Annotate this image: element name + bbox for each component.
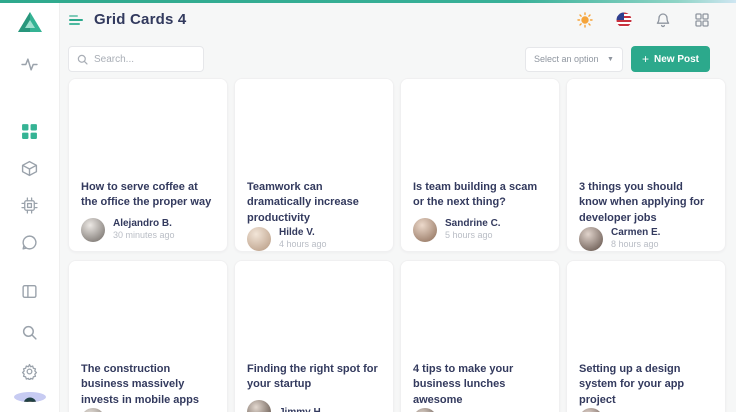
card-title: Teamwork can dramatically increase produ… <box>247 180 381 226</box>
page-title: Grid Cards 4 <box>94 11 186 28</box>
card-author: Sandrine C. <box>445 217 501 230</box>
card-author: Jimmy H. <box>279 406 323 412</box>
post-card[interactable]: Setting up a design system for your app … <box>566 260 726 412</box>
card-time: 30 minutes ago <box>113 230 175 242</box>
card-time: 8 hours ago <box>611 239 660 251</box>
post-card[interactable]: Is team building a scam or the next thin… <box>400 78 560 252</box>
card-title: Is team building a scam or the next thin… <box>413 180 547 211</box>
post-image-placeholder <box>69 79 227 178</box>
layout-panel-icon[interactable] <box>21 283 39 300</box>
card-title: Setting up a design system for your app … <box>579 362 713 408</box>
post-card[interactable]: Finding the right spot for your startup … <box>234 260 394 412</box>
new-post-label: New Post <box>654 54 699 65</box>
toolbar: Select an option ▼ + New Post <box>60 36 736 73</box>
post-image-placeholder <box>235 79 393 178</box>
apps-grid-icon[interactable] <box>693 11 710 28</box>
plus-icon: + <box>642 53 649 65</box>
card-author-avatar <box>81 218 105 242</box>
post-image-placeholder <box>69 261 227 360</box>
post-image-placeholder <box>567 79 725 178</box>
post-card[interactable]: The construction business massively inve… <box>68 260 228 412</box>
us-flag-icon[interactable] <box>615 11 632 28</box>
cpu-icon[interactable] <box>21 197 39 214</box>
box-icon[interactable] <box>21 160 39 177</box>
card-title: Finding the right spot for your startup <box>247 362 381 393</box>
card-title: How to serve coffee at the office the pr… <box>81 180 215 211</box>
option-select-value: Select an option <box>534 54 599 64</box>
top-accent-bar <box>0 0 736 3</box>
search-input-icon <box>77 54 88 65</box>
card-author-avatar <box>413 408 437 412</box>
post-image-placeholder <box>401 79 559 178</box>
chevron-down-icon: ▼ <box>607 56 614 63</box>
activity-icon[interactable] <box>21 56 39 73</box>
sidebar <box>0 0 60 412</box>
post-card[interactable]: 3 things you should know when applying f… <box>566 78 726 252</box>
post-image-placeholder <box>567 261 725 360</box>
post-image-placeholder <box>235 261 393 360</box>
sun-icon[interactable] <box>576 11 593 28</box>
search-icon[interactable] <box>21 324 39 341</box>
card-author: Carmen E. <box>611 226 660 239</box>
card-author-avatar <box>81 408 105 412</box>
card-author-avatar <box>579 408 603 412</box>
grid-cards-icon-active[interactable] <box>21 123 39 140</box>
settings-gear-icon[interactable] <box>21 363 39 380</box>
card-time: 4 hours ago <box>279 239 327 251</box>
card-author: Hilde V. <box>279 226 327 239</box>
card-author-avatar <box>247 227 271 251</box>
app-logo[interactable] <box>17 11 43 33</box>
card-author-avatar <box>247 400 271 412</box>
card-title: 4 tips to make your business lunches awe… <box>413 362 547 408</box>
main-content: Grid Cards 4 <box>60 0 736 412</box>
post-card[interactable]: 4 tips to make your business lunches awe… <box>400 260 560 412</box>
chat-icon[interactable] <box>21 234 39 251</box>
post-card[interactable]: How to serve coffee at the office the pr… <box>68 78 228 252</box>
option-select[interactable]: Select an option ▼ <box>525 47 623 72</box>
page-header: Grid Cards 4 <box>60 0 736 36</box>
post-card[interactable]: Teamwork can dramatically increase produ… <box>234 78 394 252</box>
card-time: 5 hours ago <box>445 230 501 242</box>
card-title: 3 things you should know when applying f… <box>579 180 713 226</box>
user-avatar[interactable] <box>14 392 46 402</box>
search-box <box>68 46 204 72</box>
card-author-avatar <box>413 218 437 242</box>
notifications-bell-icon[interactable] <box>654 11 671 28</box>
new-post-button[interactable]: + New Post <box>631 46 710 72</box>
menu-toggle-icon[interactable] <box>69 13 84 27</box>
card-author-avatar <box>579 227 603 251</box>
card-author: Alejandro B. <box>113 217 175 230</box>
post-image-placeholder <box>401 261 559 360</box>
card-title: The construction business massively inve… <box>81 362 215 408</box>
card-grid: How to serve coffee at the office the pr… <box>60 73 736 412</box>
search-input[interactable] <box>94 54 195 65</box>
